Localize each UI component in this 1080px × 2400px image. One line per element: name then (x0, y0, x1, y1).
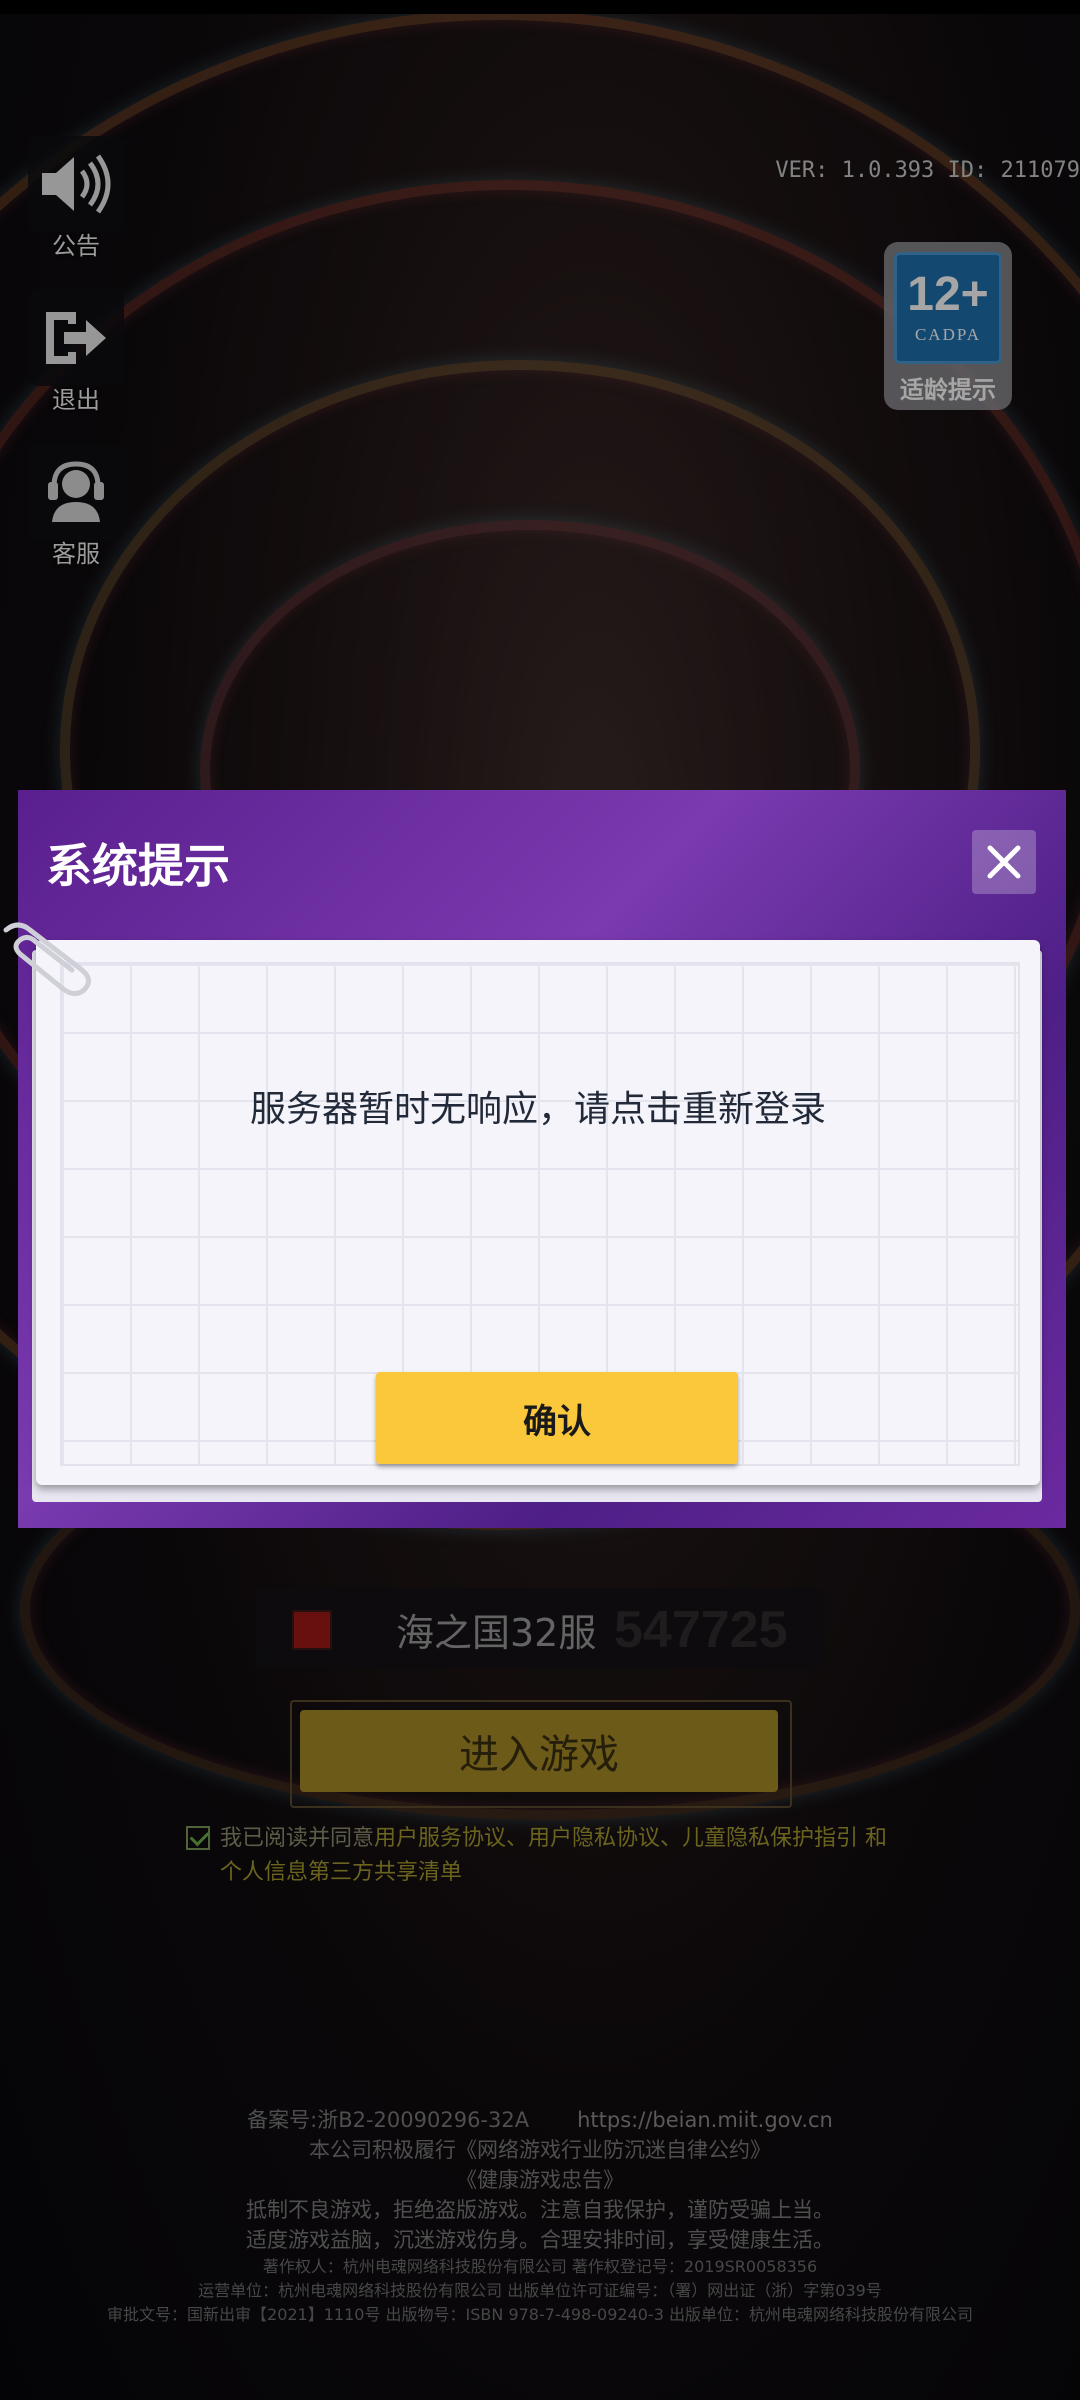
dialog-close-button[interactable] (972, 830, 1036, 894)
paperclip-icon (3, 922, 91, 996)
dialog-title: 系统提示 (46, 839, 230, 893)
confirm-button[interactable]: 确认 (376, 1372, 738, 1464)
dialog-message: 服务器暂时无响应，请点击重新登录 (249, 1089, 826, 1130)
system-dialog: 系统提示 服务器暂时无响应，请点击重新登录 确认 (18, 790, 1066, 1528)
close-icon (987, 845, 1021, 879)
dialog-paper: 服务器暂时无响应，请点击重新登录 确认 (36, 940, 1040, 1485)
